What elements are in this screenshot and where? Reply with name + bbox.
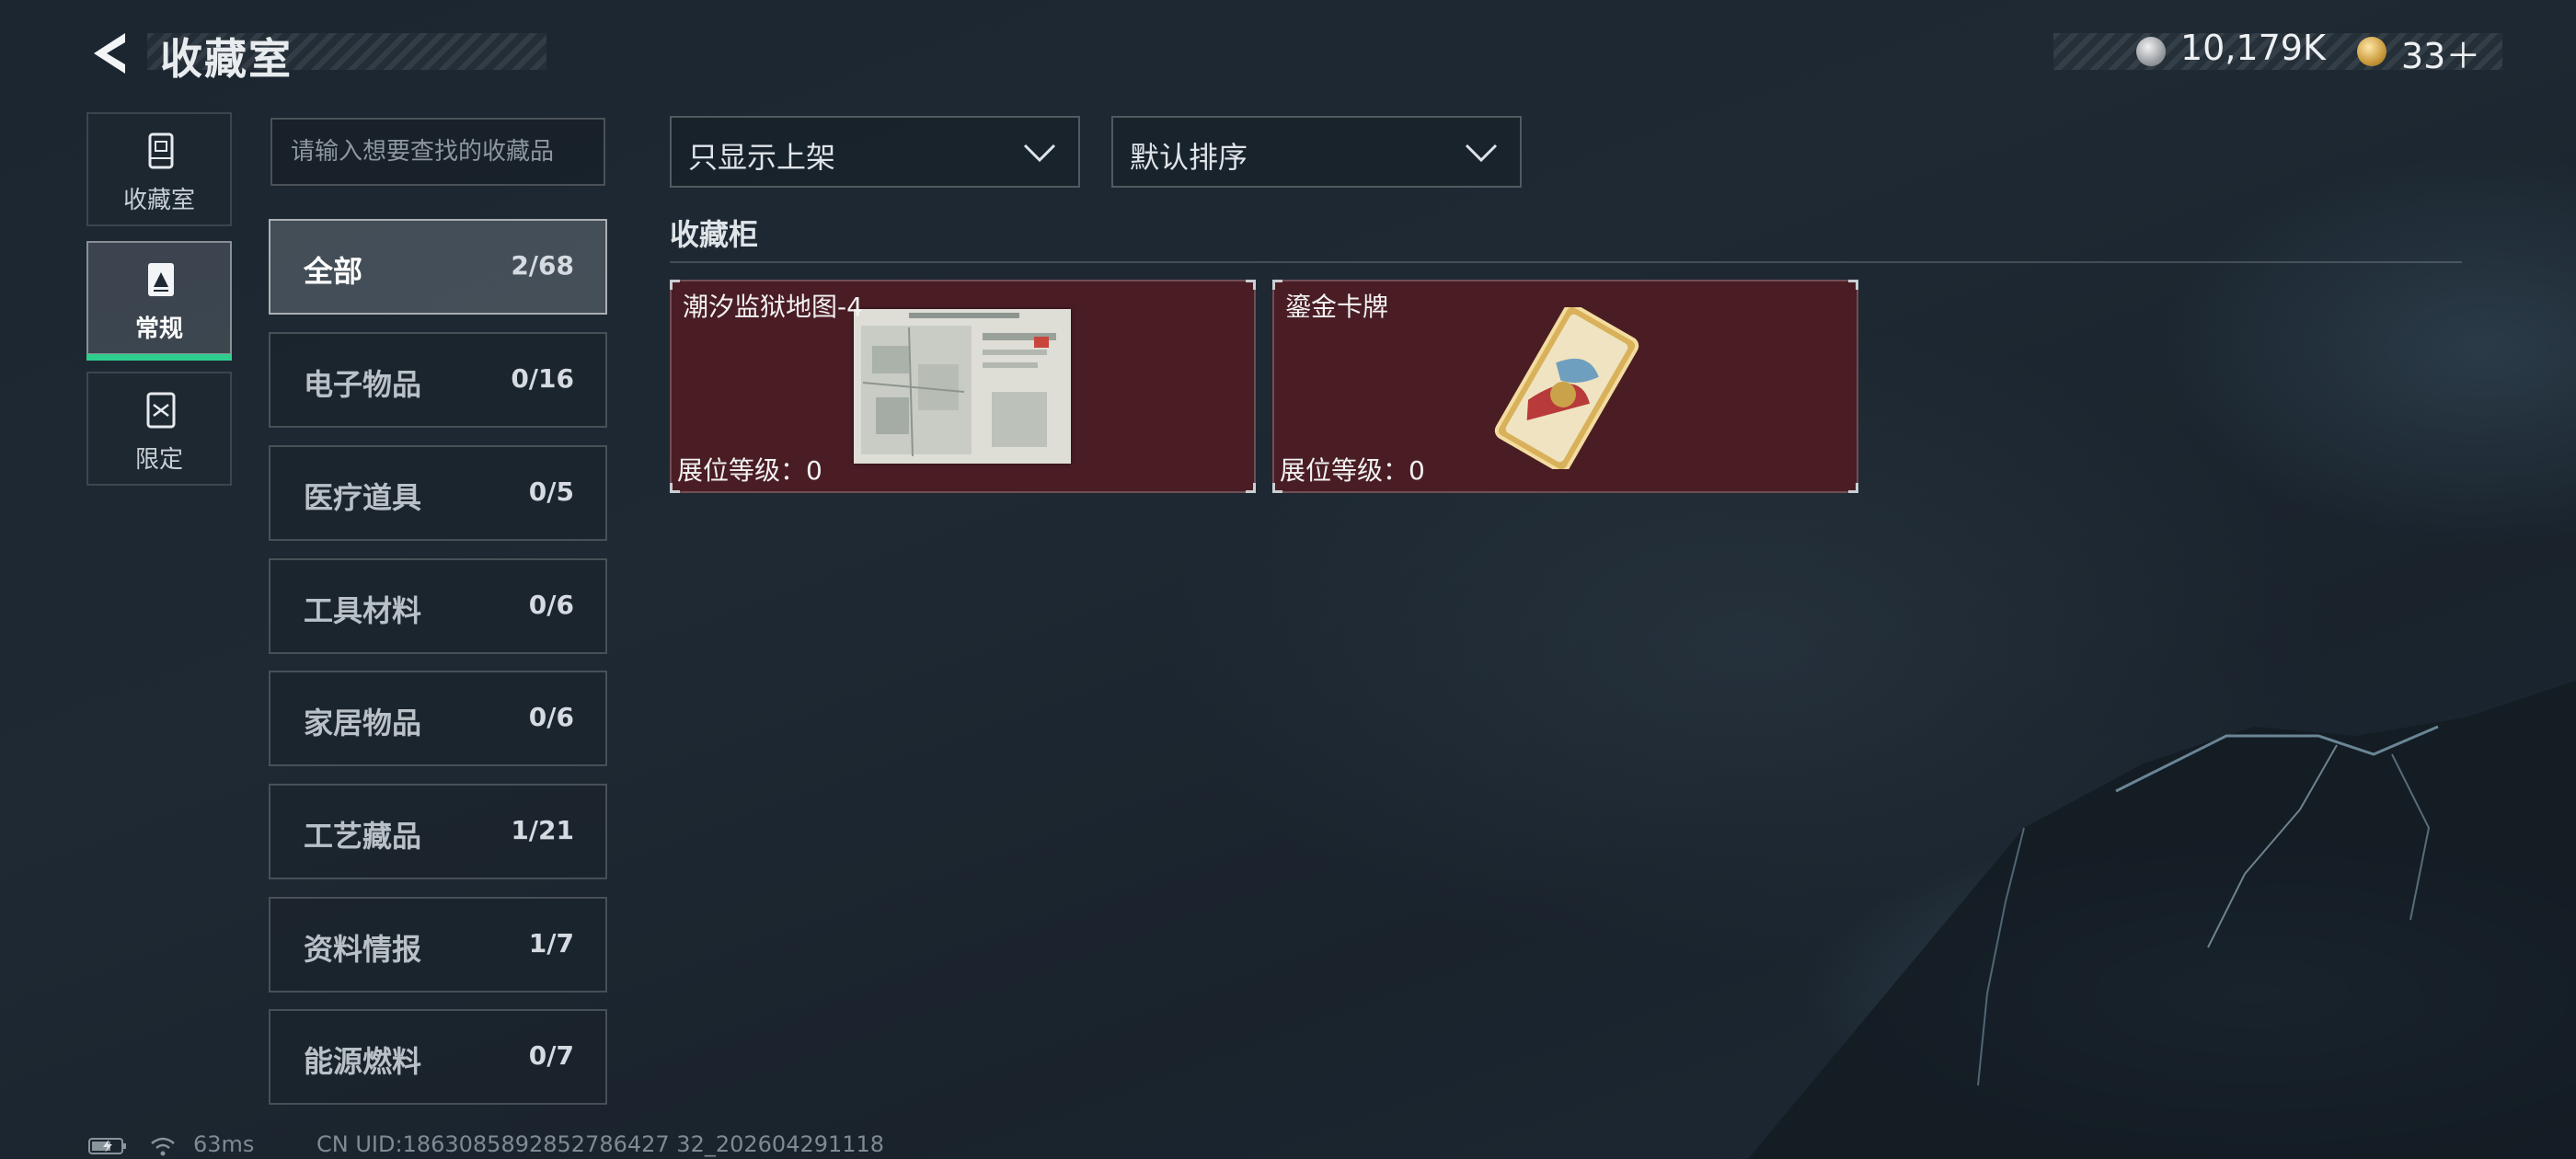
item-name: 潮汐监狱地图-4 xyxy=(683,292,863,322)
category-count: 0/7 xyxy=(528,1040,574,1071)
category-name: 医疗道具 xyxy=(304,480,422,515)
category-intel[interactable]: 资料情报 1/7 xyxy=(269,897,607,993)
nav-collection-room[interactable]: 收藏室 xyxy=(86,112,232,226)
chevron-down-icon xyxy=(1023,143,1056,163)
gilded-card-image xyxy=(1494,307,1639,469)
dropdown-value: 默认排序 xyxy=(1130,140,1248,175)
category-count: 0/6 xyxy=(528,702,574,732)
category-count: 1/7 xyxy=(528,928,574,958)
section-divider xyxy=(670,261,2462,263)
category-count: 0/5 xyxy=(528,476,574,507)
silver-coin-icon xyxy=(2136,37,2166,66)
category-count: 0/6 xyxy=(528,590,574,620)
top-bar: 收藏室 10,179K 33＋ xyxy=(0,0,2576,101)
category-name: 家居物品 xyxy=(304,706,422,740)
card-corner xyxy=(1272,280,1282,290)
category-name: 能源燃料 xyxy=(304,1044,422,1079)
item-card-gilded-card[interactable]: 鎏金卡牌 展位等级：0 xyxy=(1272,280,1858,493)
category-count: 2/68 xyxy=(511,250,574,281)
gold-currency-value[interactable]: 33＋ xyxy=(2401,28,2480,78)
category-tools[interactable]: 工具材料 0/6 xyxy=(269,558,607,654)
category-household[interactable]: 家居物品 0/6 xyxy=(269,671,607,766)
nav-label: 收藏室 xyxy=(122,187,195,214)
uid-readout: CN UID:1863085892852786427 32_2026042911… xyxy=(316,1131,885,1157)
nav-label: 限定 xyxy=(134,446,183,474)
card-corner xyxy=(670,280,680,290)
ping-readout: 63ms xyxy=(193,1131,255,1157)
sort-dropdown[interactable]: 默认排序 xyxy=(1111,116,1522,188)
section-title: 收藏柜 xyxy=(670,217,759,252)
dropdown-value: 只显示上架 xyxy=(688,140,836,175)
category-name: 资料情报 xyxy=(304,932,422,967)
battery-charging-icon xyxy=(88,1138,126,1154)
item-card-prison-map[interactable]: 潮汐监狱地图-4 展位等级：0 xyxy=(670,280,1256,493)
chevron-down-icon xyxy=(1465,143,1498,163)
category-electronics[interactable]: 电子物品 0/16 xyxy=(269,332,607,428)
nav-limited[interactable]: 限定 xyxy=(86,372,232,486)
category-name: 电子物品 xyxy=(304,367,422,402)
gold-coin-icon xyxy=(2357,37,2386,66)
card-corner xyxy=(1246,280,1256,290)
category-count: 0/16 xyxy=(511,363,574,394)
category-count: 1/21 xyxy=(511,815,574,845)
search-input[interactable] xyxy=(270,118,605,186)
category-name: 全部 xyxy=(304,254,363,289)
card-corner xyxy=(1848,280,1858,290)
nav-regular[interactable]: 常规 xyxy=(86,241,232,361)
category-crafts[interactable]: 工艺藏品 1/21 xyxy=(269,784,607,879)
category-energy[interactable]: 能源燃料 0/7 xyxy=(269,1009,607,1105)
wifi-icon xyxy=(151,1137,175,1156)
category-name: 工艺藏品 xyxy=(304,819,422,854)
back-arrow-icon[interactable] xyxy=(85,28,136,79)
card-corner xyxy=(1848,483,1858,493)
item-name: 鎏金卡牌 xyxy=(1285,292,1389,322)
card-corner xyxy=(1246,483,1256,493)
page-title: 收藏室 xyxy=(160,34,293,84)
category-medical[interactable]: 医疗道具 0/5 xyxy=(269,445,607,541)
item-level: 展位等级：0 xyxy=(1280,455,1425,486)
item-level: 展位等级：0 xyxy=(677,455,822,486)
display-filter-dropdown[interactable]: 只显示上架 xyxy=(670,116,1080,188)
nav-label: 常规 xyxy=(134,316,183,343)
card-icon xyxy=(148,263,174,296)
trophy-cabinet-icon xyxy=(148,132,174,169)
silver-currency-value: 10,179K xyxy=(2180,28,2326,68)
category-name: 工具材料 xyxy=(304,593,422,628)
shuffle-card-icon xyxy=(146,392,176,429)
map-image xyxy=(854,309,1071,464)
category-all[interactable]: 全部 2/68 xyxy=(269,219,607,315)
